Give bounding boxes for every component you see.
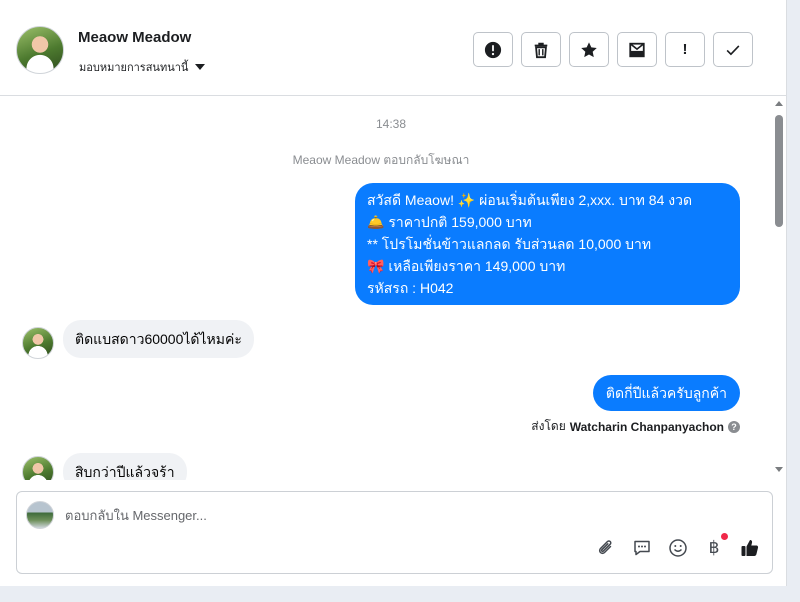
attach-button[interactable] bbox=[596, 538, 616, 558]
sent-by-prefix: ส่งโดย bbox=[531, 419, 566, 433]
conversation-panel: Meaow Meadow มอบหมายการสนทนานี้ ! 14:38 … bbox=[0, 0, 787, 586]
composer-tools: ฿ bbox=[596, 533, 760, 558]
ad-message-bubble[interactable]: สวัสดี Meaow! ✨ ผ่อนเริ่มต้นเพียง 2,xxx.… bbox=[355, 183, 740, 305]
contact-avatar[interactable] bbox=[16, 26, 64, 74]
incoming-message-bubble[interactable]: สิบกว่าปีแล้วจร้า bbox=[63, 453, 187, 480]
ad-line-5: รหัสรถ : H042 bbox=[367, 280, 454, 296]
sent-by-label: ส่งโดย Watcharin Chanpanyachon ? bbox=[531, 417, 740, 436]
payment-button[interactable]: ฿ bbox=[704, 533, 728, 558]
star-icon bbox=[581, 41, 597, 57]
mark-done-button[interactable] bbox=[713, 32, 753, 67]
ad-line-3: ** โปรโมชั่นข้าวแลกลด รับส่วนลด 10,000 บ… bbox=[367, 236, 652, 252]
assign-label: มอบหมายการสนทนานี้ bbox=[79, 62, 189, 74]
delete-button[interactable] bbox=[521, 32, 561, 67]
contact-avatar-small bbox=[22, 456, 54, 480]
mail-icon bbox=[629, 42, 645, 57]
message-list[interactable]: 14:38 Meaow Meadow ตอบกลับโฆษณา สวัสดี M… bbox=[0, 97, 786, 480]
scrollbar-thumb[interactable] bbox=[775, 115, 783, 227]
message-scrollbar[interactable] bbox=[772, 97, 786, 480]
baht-icon: ฿ bbox=[708, 538, 720, 558]
reply-input[interactable] bbox=[65, 508, 665, 523]
scroll-down-arrow-icon[interactable] bbox=[775, 467, 783, 472]
scroll-up-arrow-icon[interactable] bbox=[775, 101, 783, 106]
system-message: Meaow Meadow ตอบกลับโฆษณา bbox=[292, 153, 470, 167]
question-icon[interactable]: ? bbox=[728, 420, 740, 433]
emoji-button[interactable] bbox=[668, 538, 688, 558]
checkmark-icon bbox=[726, 44, 740, 55]
thumbs-up-icon bbox=[741, 540, 759, 556]
mark-spam-button[interactable] bbox=[473, 32, 513, 67]
smiley-icon bbox=[669, 539, 687, 557]
caret-down-icon bbox=[195, 64, 206, 70]
assign-conversation-dropdown[interactable]: มอบหมายการสนทนานี้ bbox=[79, 58, 206, 76]
message-timestamp: 14:38 bbox=[375, 117, 407, 131]
notification-dot bbox=[721, 533, 728, 540]
sent-by-name: Watcharin Chanpanyachon bbox=[569, 419, 724, 434]
reply-composer: ฿ bbox=[16, 491, 773, 574]
ad-line-4: 🎀 เหลือเพียงราคา 149,000 บาท bbox=[367, 258, 566, 274]
like-button[interactable] bbox=[740, 538, 760, 558]
outgoing-message-bubble[interactable]: ติดกี่ปีแล้วครับลูกค้า bbox=[592, 375, 740, 411]
exclamation-icon: ! bbox=[682, 41, 688, 58]
chat-bubble-icon bbox=[634, 540, 650, 556]
contact-avatar-small bbox=[22, 327, 54, 359]
saved-replies-button[interactable] bbox=[632, 538, 652, 558]
follow-up-button[interactable]: ! bbox=[665, 32, 705, 67]
ad-line-1: สวัสดี Meaow! ✨ ผ่อนเริ่มต้นเพียง 2,xxx.… bbox=[367, 192, 693, 208]
incoming-message-bubble[interactable]: ติดแบสดาว60000ได้ไหมค่ะ bbox=[63, 320, 254, 358]
action-toolbar: ! bbox=[473, 32, 753, 67]
star-button[interactable] bbox=[569, 32, 609, 67]
trash-icon bbox=[534, 42, 548, 58]
mark-unread-button[interactable] bbox=[617, 32, 657, 67]
ad-line-2: 🛎️ ราคาปกติ 159,000 บาท bbox=[367, 214, 532, 230]
contact-name[interactable]: Meaow Meadow bbox=[78, 29, 191, 46]
page-avatar bbox=[26, 501, 54, 529]
conversation-header: Meaow Meadow มอบหมายการสนทนานี้ ! bbox=[0, 0, 786, 96]
paperclip-icon bbox=[598, 540, 612, 555]
alert-circle-icon bbox=[484, 41, 502, 58]
